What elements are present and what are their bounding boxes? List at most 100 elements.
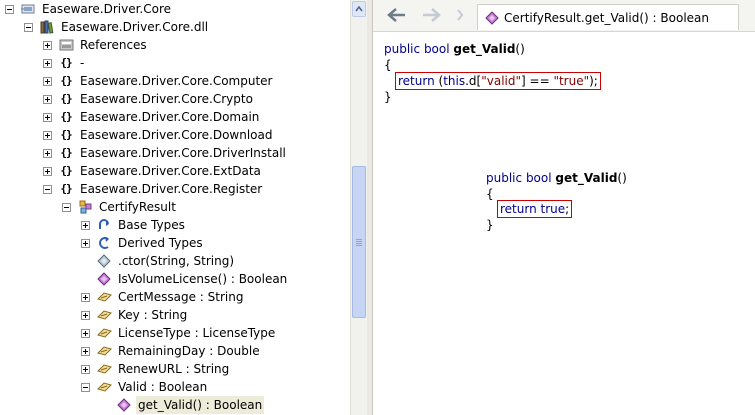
tree-item-namespace[interactable]: {} Easeware.Driver.Core.ExtData — [43, 162, 263, 180]
tree-item-references[interactable]: References — [43, 36, 149, 54]
property-icon — [96, 379, 112, 395]
expand-toggle[interactable] — [81, 346, 90, 356]
back-arrow-icon — [387, 8, 405, 22]
namespace-icon: {} — [60, 110, 72, 123]
collapse-toggle[interactable] — [5, 4, 14, 14]
tree-item-label: Base Types — [118, 218, 185, 232]
forward-arrow-icon — [423, 8, 441, 22]
tree-item-property[interactable]: Key : String — [81, 306, 189, 324]
code-text: .d[ — [465, 74, 482, 88]
collapse-toggle[interactable] — [81, 382, 90, 392]
tree-item-label: RenewURL : String — [118, 362, 230, 376]
collapse-toggle[interactable] — [43, 184, 52, 194]
tree-item-method-selected[interactable]: get_Valid() : Boolean — [116, 396, 265, 414]
collapse-toggle[interactable] — [62, 202, 71, 212]
grip-icon — [356, 239, 362, 246]
tree-item-label: Easeware.Driver.Core.Domain — [80, 110, 260, 124]
tree-item-base-types[interactable]: Base Types — [81, 216, 187, 234]
tree-item-property[interactable]: CertMessage : String — [81, 288, 245, 306]
method-icon — [484, 10, 500, 26]
tree-item-namespace[interactable]: {} Easeware.Driver.Core.Register — [43, 180, 264, 198]
highlighted-return-statement: return (this.d["valid"] == "true"); — [395, 72, 601, 90]
expand-toggle[interactable] — [43, 130, 52, 140]
method-name: get_Valid — [453, 42, 516, 56]
history-dropdown-button[interactable] — [451, 4, 469, 26]
code-close-brace: } — [384, 90, 392, 104]
tree-item-label: CertifyResult — [99, 200, 176, 214]
tree-item-namespace[interactable]: {} Easeware.Driver.Core.Download — [43, 126, 274, 144]
string-literal: "true" — [553, 74, 590, 88]
code-close-brace: } — [486, 218, 494, 232]
tree-item-method[interactable]: .ctor(String, String) — [96, 252, 236, 270]
expand-toggle[interactable] — [43, 148, 52, 158]
namespace-icon: {} — [60, 92, 72, 105]
code-signature-line: public bool get_Valid() — [486, 170, 627, 186]
back-button[interactable] — [383, 4, 409, 26]
code-text: ( — [434, 74, 444, 88]
expand-toggle[interactable] — [81, 220, 90, 230]
tree-item-label: Derived Types — [118, 236, 203, 250]
tree-item-class[interactable]: CertifyResult — [62, 198, 178, 216]
code-open-brace: { — [486, 187, 494, 201]
tree-item-namespace[interactable]: {} Easeware.Driver.Core.Computer — [43, 72, 275, 90]
parens: () — [617, 171, 627, 185]
parens: () — [515, 42, 525, 56]
tree-item-method[interactable]: IsVolumeLicense() : Boolean — [96, 270, 289, 288]
tree-item-root[interactable]: Easeware.Driver.Core — [5, 0, 173, 18]
tree-item-property[interactable]: LicenseType : LicenseType — [81, 324, 277, 342]
tree-item-namespace[interactable]: {} Easeware.Driver.Core.Crypto — [43, 90, 255, 108]
namespace-icon: {} — [60, 164, 72, 177]
tree-item-property[interactable]: Valid : Boolean — [81, 378, 209, 396]
tree-vertical-scrollbar[interactable] — [350, 0, 367, 415]
property-icon — [96, 307, 112, 323]
tree-item-derived-types[interactable]: Derived Types — [81, 234, 205, 252]
expand-toggle[interactable] — [81, 310, 90, 320]
tab-certify-get-valid[interactable]: CertifyResult.get_Valid() : Boolean — [477, 4, 739, 30]
keyword: bool — [423, 42, 450, 56]
tree-item-namespace[interactable]: {} - — [43, 54, 86, 72]
collapse-toggle[interactable] — [24, 22, 33, 32]
code-text: ; — [565, 202, 570, 216]
expand-toggle[interactable] — [81, 364, 90, 374]
tree-item-namespace[interactable]: {} Easeware.Driver.Core.DriverInstall — [43, 144, 288, 162]
code-view-panel: CertifyResult.get_Valid() : Boolean publ… — [373, 0, 755, 415]
tree-item-label: Easeware.Driver.Core.ExtData — [80, 164, 261, 178]
tree-item-label: Easeware.Driver.Core.Register — [80, 182, 263, 196]
tree-item-property[interactable]: RemainingDay : Double — [81, 342, 262, 360]
expand-toggle[interactable] — [43, 76, 52, 86]
code-signature-line: public bool get_Valid() — [384, 41, 525, 57]
string-literal: "valid" — [481, 74, 522, 88]
namespace-icon: {} — [60, 182, 72, 195]
expand-toggle[interactable] — [81, 328, 90, 338]
assembly-tree[interactable]: Easeware.Driver.Core Easeware.Driver.Cor… — [0, 0, 350, 415]
keyword: true — [540, 202, 566, 216]
method-icon — [116, 397, 132, 413]
expand-toggle[interactable] — [81, 292, 90, 302]
code-text: ); — [589, 74, 598, 88]
expand-toggle[interactable] — [43, 112, 52, 122]
expand-toggle[interactable] — [43, 94, 52, 104]
namespace-icon: {} — [60, 146, 72, 159]
keyword: this — [443, 74, 466, 88]
tree-item-namespace[interactable]: {} Easeware.Driver.Core.Domain — [43, 108, 261, 126]
tree-item-label: Easeware.Driver.Core.Download — [80, 128, 273, 142]
tree-item-dll[interactable]: Easeware.Driver.Core.dll — [24, 18, 210, 36]
tree-item-label: CertMessage : String — [118, 290, 244, 304]
expand-toggle[interactable] — [43, 40, 52, 50]
expand-toggle[interactable] — [43, 58, 52, 68]
tree-item-label: Easeware.Driver.Core — [42, 2, 172, 16]
expand-toggle[interactable] — [81, 238, 90, 248]
keyword: return — [398, 74, 435, 88]
tree-item-label: IsVolumeLicense() : Boolean — [118, 272, 288, 286]
expand-toggle[interactable] — [43, 166, 52, 176]
scroll-up-button[interactable] — [352, 1, 366, 17]
code-text: ] == — [521, 74, 554, 88]
assembly-icon — [20, 1, 36, 17]
forward-button[interactable] — [419, 4, 445, 26]
tab-title: CertifyResult.get_Valid() : Boolean — [504, 10, 709, 25]
property-icon — [96, 361, 112, 377]
property-icon — [96, 325, 112, 341]
scroll-thumb[interactable] — [352, 166, 366, 318]
tree-item-property[interactable]: RenewURL : String — [81, 360, 231, 378]
namespace-icon: {} — [60, 56, 72, 69]
